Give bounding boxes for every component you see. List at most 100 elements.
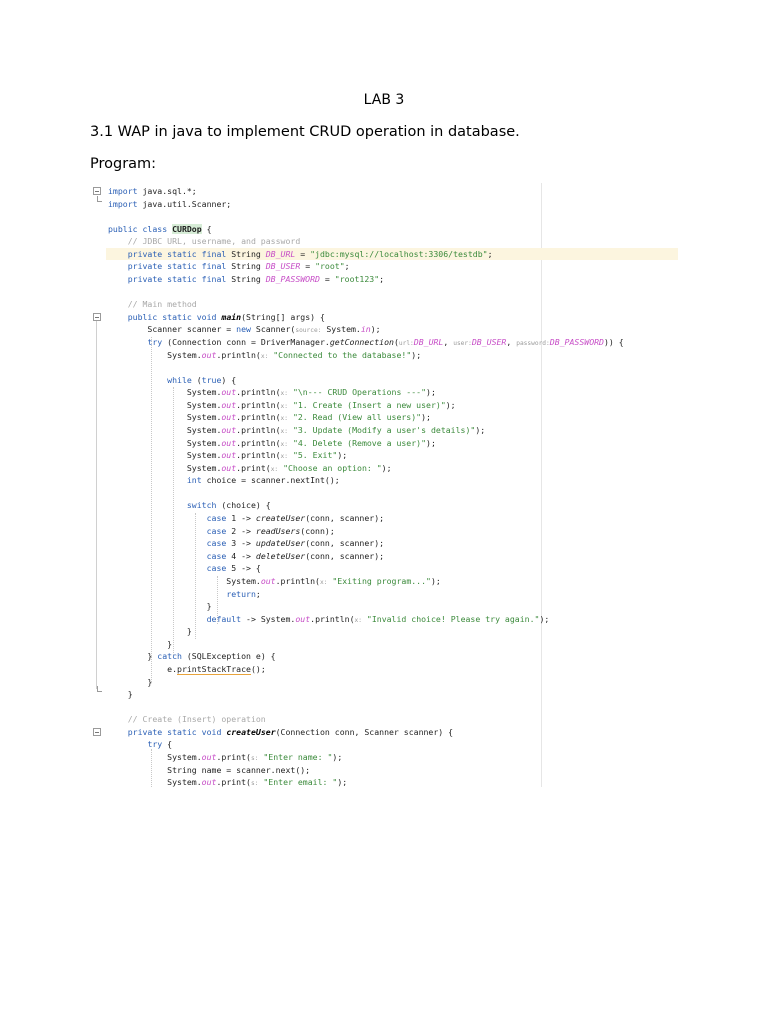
code-token: out: [201, 752, 217, 763]
code-line: // Main method: [108, 298, 678, 311]
code-line: default -> System.out.println(x: "Invali…: [108, 613, 678, 626]
code-token: ;: [487, 248, 493, 259]
code-line: System.out.println(x: "2. Read (View all…: [108, 411, 678, 424]
code-token: case: [206, 538, 227, 549]
code-token: "Invalid choice! Please try again.": [366, 613, 540, 624]
code-token: import: [108, 198, 138, 209]
code-token: "Choose an option: ": [283, 462, 382, 473]
code-token: Scanner scanner =: [108, 324, 237, 335]
code-token: =: [295, 248, 311, 259]
code-token: System.: [108, 424, 222, 435]
code-token: );: [421, 412, 431, 423]
code-token: ;: [379, 274, 385, 285]
code-line: System.out.println(x: "Exiting program..…: [108, 575, 678, 588]
code-token: ;: [344, 261, 350, 272]
code-token: out: [221, 437, 237, 448]
code-token: String: [226, 274, 266, 285]
code-token: case: [206, 525, 227, 536]
code-line: System.out.println(x: "5. Exit");: [108, 449, 678, 462]
code-token: x:: [280, 415, 288, 423]
code-token: .print(: [236, 462, 271, 473]
code-line: import java.util.Scanner;: [108, 198, 678, 211]
code-token: );: [337, 777, 348, 787]
code-token: String name = scanner.next();: [108, 764, 311, 775]
code-token: );: [475, 424, 486, 435]
code-token: x:: [280, 453, 288, 461]
fold-collapse-icon: [93, 728, 101, 736]
code-token: "Connected to the database!": [273, 349, 412, 360]
code-token: private static final: [127, 274, 227, 285]
code-token: try: [147, 739, 163, 750]
code-token: }: [108, 676, 153, 687]
code-token: in: [360, 324, 371, 335]
code-token: DB_PASSWORD: [549, 336, 604, 347]
code-token: case: [206, 513, 227, 524]
code-line: switch (choice) {: [108, 499, 678, 512]
code-token: main: [221, 311, 242, 322]
code-token: private static void: [127, 726, 222, 737]
code-line: }: [108, 638, 678, 651]
code-token: while: [167, 374, 192, 385]
code-token: );: [426, 437, 436, 448]
code-line: while (true) {: [108, 374, 678, 387]
code-line: System.out.println(x: "4. Delete (Remove…: [108, 437, 678, 450]
code-token: out: [221, 450, 237, 461]
code-token: "\n--- CRUD Operations ---": [292, 387, 427, 398]
code-line: }: [108, 676, 678, 689]
code-token: System.: [108, 399, 222, 410]
code-token: System.: [108, 752, 202, 763]
code-token: =: [319, 274, 335, 285]
code-token: "Enter name: ": [263, 752, 333, 763]
code-token: .println(: [236, 387, 281, 398]
code-token: user:: [453, 339, 472, 347]
code-token: (Connection conn = DriverManager.: [162, 336, 330, 347]
code-token: password:: [516, 339, 550, 347]
code-token: ;: [255, 588, 261, 599]
code-token: }: [108, 638, 173, 649]
code-token: url:: [398, 339, 414, 347]
code-token: int: [186, 475, 202, 486]
lab-title: LAB 3: [363, 92, 405, 108]
code-token: );: [332, 752, 343, 763]
code-token: x:: [280, 390, 288, 398]
code-token: "Exiting program...": [332, 575, 431, 586]
code-token: DB_USER: [471, 336, 507, 347]
code-line: // JDBC URL, username, and password: [108, 235, 678, 248]
code-token: (Connection conn, Scanner scanner) {: [275, 726, 454, 737]
code-token: );: [370, 324, 381, 335]
code-token: -> System.: [241, 613, 296, 624]
code-token: .println(: [236, 437, 281, 448]
code-line: private static void createUser(Connectio…: [108, 726, 678, 739]
code-line: // Create (Insert) operation: [108, 713, 678, 726]
code-line: System.out.println(x: "\n--- CRUD Operat…: [108, 386, 678, 399]
code-token: createUser: [226, 726, 276, 737]
code-token: createUser: [255, 513, 306, 524]
code-token: (conn);: [300, 525, 335, 536]
code-block: import java.sql.*; import java.util.Scann…: [106, 185, 678, 787]
code-token: System.: [108, 349, 202, 360]
code-token: }: [108, 651, 158, 662]
code-line: try {: [108, 738, 678, 751]
code-token: out: [260, 575, 276, 586]
code-token: // Create (Insert) operation: [127, 714, 266, 725]
code-token: "5. Exit": [292, 450, 338, 461]
code-line: case 3 -> updateUser(conn, scanner);: [108, 537, 678, 550]
code-token: }: [108, 601, 212, 612]
code-line: case 5 -> {: [108, 562, 678, 575]
code-token: (: [191, 374, 202, 385]
code-token: out: [221, 424, 237, 435]
editor-gutter: [90, 183, 106, 787]
code-line: e.printStackTrace();: [108, 663, 678, 676]
code-token: // Main method: [127, 299, 197, 310]
code-token: }: [108, 626, 192, 637]
